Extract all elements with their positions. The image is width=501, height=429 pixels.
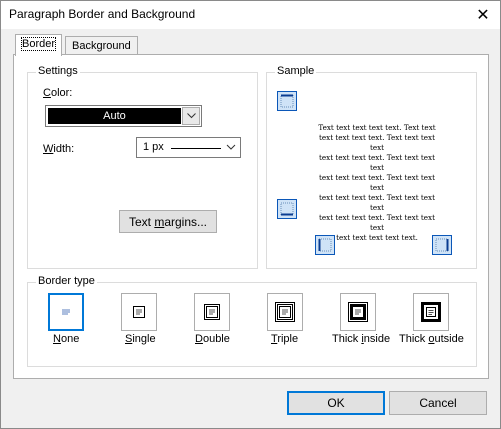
title-bar: Paragraph Border and Background ✕: [1, 1, 500, 29]
border-single-icon: [133, 306, 145, 318]
color-dropdown[interactable]: Auto: [45, 105, 202, 127]
tab-border-label: Border: [20, 37, 57, 51]
width-value: 1 px: [143, 141, 164, 153]
cancel-button[interactable]: Cancel: [389, 391, 487, 415]
sample-preview-text: Text text text text text. Text text text…: [311, 123, 443, 243]
chevron-down-icon: [226, 144, 236, 150]
sample-line: text text text text. Text text text text: [319, 153, 435, 172]
width-dropdown[interactable]: 1 px: [136, 137, 241, 158]
border-type-single-label: Single: [125, 333, 156, 345]
text-margins-button[interactable]: Text margins...: [119, 210, 217, 233]
sample-line: text text text text. Text text text text: [319, 193, 435, 212]
sample-line: Text text text text text. Text text: [318, 123, 436, 132]
border-type-thick-inside-label: Thick inside: [332, 333, 391, 345]
sample-line: text text text text. Text text text text: [319, 213, 435, 232]
border-type-single[interactable]: [121, 293, 157, 331]
border-triple-icon: [275, 302, 295, 322]
border-type-triple[interactable]: [267, 293, 303, 331]
dialog-window: Paragraph Border and Background ✕ Border…: [0, 0, 501, 429]
border-type-group: Border type: [27, 275, 477, 367]
border-type-thick-outside[interactable]: [413, 293, 449, 331]
width-line-preview: [171, 148, 221, 149]
sample-line: text text text text. Text text text text: [319, 173, 435, 192]
border-type-none-label: None: [53, 333, 80, 345]
sample-top-border-button[interactable]: [277, 91, 297, 111]
border-none-icon: [62, 309, 70, 315]
chevron-down-icon: [186, 113, 196, 119]
border-thick-inside-icon: [348, 302, 368, 322]
cancel-label: Cancel: [419, 396, 457, 410]
border-thick-outside-icon: [421, 302, 441, 322]
color-dropdown-button[interactable]: [182, 107, 200, 125]
border-type-triple-label: Triple: [271, 333, 299, 345]
border-type-double[interactable]: [194, 293, 230, 331]
border-type-group-label: Border type: [36, 275, 97, 287]
ok-label: OK: [327, 396, 345, 410]
close-icon: ✕: [476, 7, 490, 24]
border-type-thick-inside[interactable]: [340, 293, 376, 331]
border-type-none[interactable]: [48, 293, 84, 331]
width-label: Width:: [43, 143, 75, 155]
tab-border[interactable]: Border: [15, 34, 63, 56]
ok-button[interactable]: OK: [287, 391, 385, 415]
border-bottom-icon: [280, 202, 294, 216]
settings-group-label: Settings: [36, 65, 80, 77]
border-top-icon: [280, 94, 294, 108]
window-title: Paragraph Border and Background: [9, 7, 196, 21]
settings-group: Settings: [27, 65, 258, 269]
border-type-thick-outside-label: Thick outside: [399, 333, 464, 345]
color-swatch: Auto: [48, 108, 181, 124]
sample-bottom-border-button[interactable]: [277, 199, 297, 219]
sample-line: text text text text. Text text text text: [319, 133, 435, 152]
sample-group-label: Sample: [275, 65, 317, 77]
text-margins-label: Text margins...: [128, 214, 208, 229]
tab-background-label: Background: [72, 40, 131, 52]
color-label: Color:: [43, 87, 73, 99]
border-double-icon: [204, 304, 220, 320]
border-type-double-label: Double: [195, 333, 230, 345]
sample-line: text text text text text.: [336, 233, 418, 242]
close-button[interactable]: ✕: [472, 5, 494, 25]
tab-background[interactable]: Background: [65, 36, 138, 55]
